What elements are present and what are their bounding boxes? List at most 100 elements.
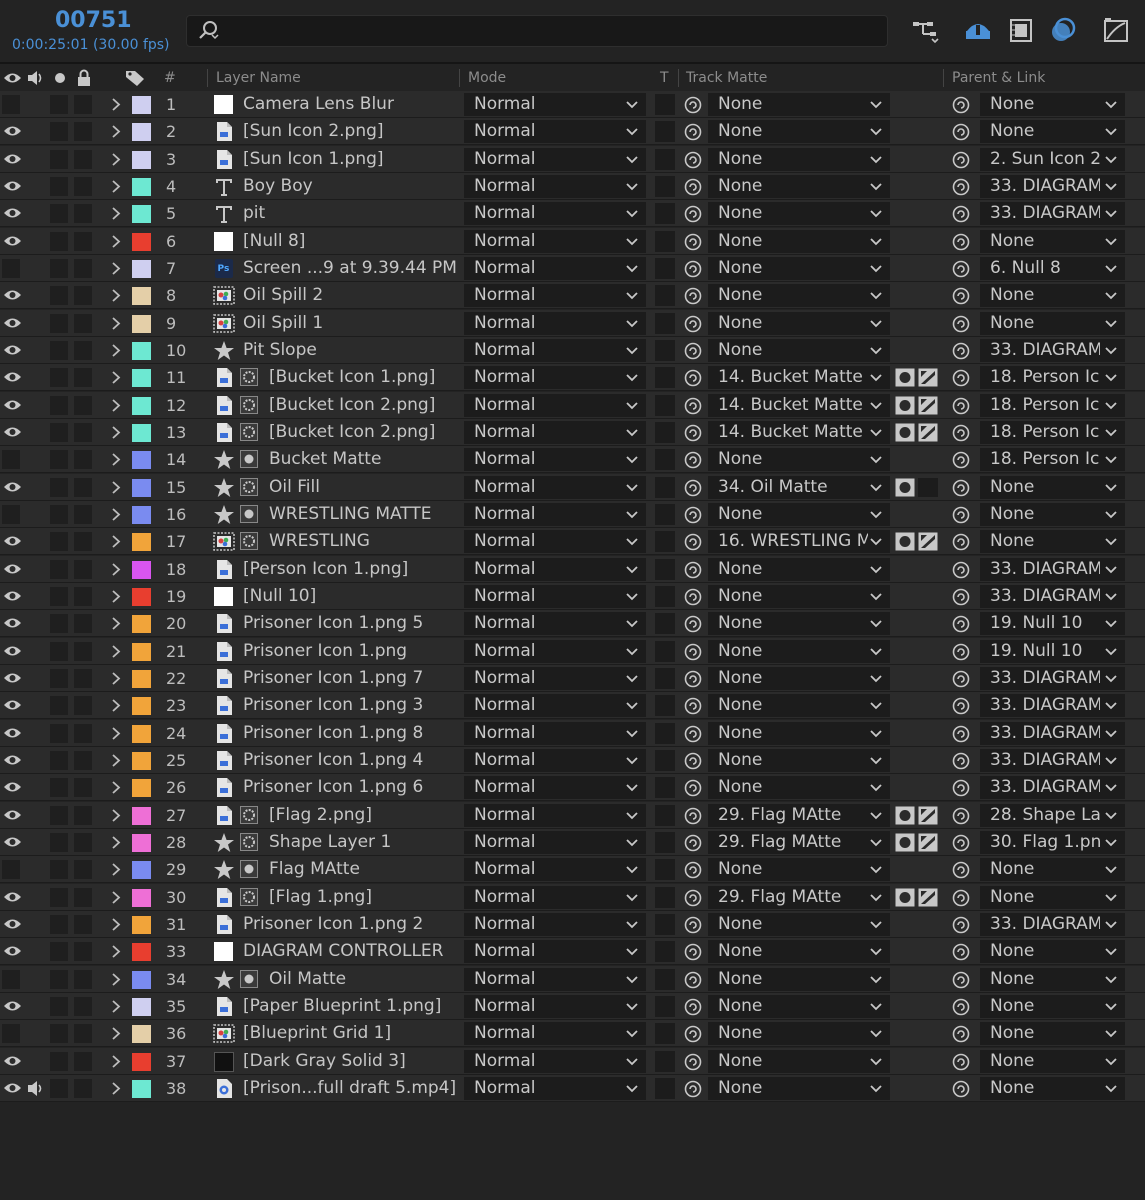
layer-name[interactable]: [Blueprint Grid 1] (243, 1023, 391, 1043)
preserve-transparency-toggle[interactable] (655, 477, 675, 498)
eye-icon[interactable] (3, 726, 22, 740)
lock-toggle[interactable] (74, 1079, 92, 1098)
track-matte-pickwhip-icon[interactable] (682, 560, 704, 580)
track-matte-pickwhip-icon[interactable] (682, 642, 704, 662)
blend-mode-dropdown[interactable]: Normal (464, 476, 646, 499)
lock-toggle[interactable] (74, 95, 92, 114)
solo-toggle[interactable] (50, 751, 68, 770)
eye-icon[interactable] (3, 316, 22, 330)
track-matte-dropdown[interactable]: 16. WRESTLING MATTE (708, 530, 890, 553)
solo-toggle[interactable] (50, 450, 68, 469)
eye-icon[interactable] (3, 944, 22, 958)
parent-pickwhip-icon[interactable] (950, 423, 972, 443)
visibility-toggle[interactable] (2, 505, 20, 524)
chevron-right-icon[interactable] (111, 317, 121, 330)
parent-pickwhip-icon[interactable] (950, 204, 972, 224)
preserve-transparency-toggle[interactable] (655, 969, 675, 990)
preserve-transparency-toggle[interactable] (655, 531, 675, 552)
track-matte-pickwhip-icon[interactable] (682, 450, 704, 470)
track-matte-pickwhip-icon[interactable] (682, 177, 704, 197)
eye-icon[interactable] (3, 398, 22, 412)
preserve-transparency-toggle[interactable] (655, 914, 675, 935)
parent-dropdown[interactable]: None (980, 530, 1125, 553)
layer-row[interactable]: 26 Prisoner Icon 1.png 6 Normal None 33. DIA… (0, 774, 1145, 801)
track-matte-dropdown[interactable]: None (708, 503, 890, 526)
visibility-toggle[interactable] (2, 1024, 20, 1043)
layer-name[interactable]: [Bucket Icon 1.png] (269, 367, 435, 387)
layer-search-input[interactable] (186, 15, 888, 47)
parent-dropdown[interactable]: 33. DIAGRAM (980, 558, 1125, 581)
track-matte-dropdown[interactable]: 29. Flag MAtte (708, 804, 890, 827)
blend-mode-dropdown[interactable]: Normal (464, 394, 646, 417)
track-matte-pickwhip-icon[interactable] (682, 505, 704, 525)
lock-toggle[interactable] (74, 970, 92, 989)
chevron-right-icon[interactable] (111, 180, 121, 193)
chevron-right-icon[interactable] (111, 863, 121, 876)
parent-dropdown[interactable]: 33. DIAGRAM (980, 667, 1125, 690)
layer-row[interactable]: 15 Oil Fill Normal 34. Oil Matte None (0, 474, 1145, 501)
preserve-transparency-toggle[interactable] (655, 176, 675, 197)
parent-pickwhip-icon[interactable] (950, 833, 972, 853)
solo-toggle[interactable] (50, 368, 68, 387)
track-matte-pickwhip-icon[interactable] (682, 286, 704, 306)
eye-icon[interactable] (3, 917, 22, 931)
layer-name[interactable]: [Null 8] (243, 231, 305, 251)
layer-row[interactable]: 22 Prisoner Icon 1.png 7 Normal None 33. DIA… (0, 665, 1145, 692)
solo-toggle[interactable] (50, 888, 68, 907)
track-matte-dropdown[interactable]: None (708, 120, 890, 143)
eye-icon[interactable] (3, 698, 22, 712)
eye-icon[interactable] (3, 534, 22, 548)
chevron-right-icon[interactable] (111, 98, 121, 111)
layer-name[interactable]: [Flag 1.png] (269, 887, 372, 907)
layer-name[interactable]: Oil Spill 1 (243, 313, 323, 333)
invert-matte-icon[interactable] (918, 423, 938, 442)
parent-pickwhip-icon[interactable] (950, 614, 972, 634)
parent-dropdown[interactable]: 33. DIAGRAM (980, 694, 1125, 717)
solo-toggle[interactable] (50, 942, 68, 961)
preserve-transparency-toggle[interactable] (655, 668, 675, 689)
parent-dropdown[interactable]: None (980, 886, 1125, 909)
blend-mode-dropdown[interactable]: Normal (464, 175, 646, 198)
preserve-transparency-toggle[interactable] (655, 203, 675, 224)
layer-name[interactable]: Prisoner Icon 1.png 2 (243, 914, 423, 934)
lock-toggle[interactable] (74, 150, 92, 169)
track-matte-pickwhip-icon[interactable] (682, 1024, 704, 1044)
solo-toggle[interactable] (50, 915, 68, 934)
layer-name[interactable]: Screen ...9 at 9.39.44 PM (243, 258, 457, 278)
label-color-swatch[interactable] (132, 96, 151, 114)
parent-pickwhip-icon[interactable] (950, 1052, 972, 1072)
label-color-swatch[interactable] (132, 315, 151, 333)
label-color-swatch[interactable] (132, 615, 151, 633)
chevron-right-icon[interactable] (111, 754, 121, 767)
parent-pickwhip-icon[interactable] (950, 450, 972, 470)
lock-toggle[interactable] (74, 505, 92, 524)
layer-name[interactable]: [Dark Gray Solid 3] (243, 1051, 406, 1071)
solo-toggle[interactable] (50, 259, 68, 278)
lock-toggle[interactable] (74, 204, 92, 223)
preserve-transparency-toggle[interactable] (655, 613, 675, 634)
chevron-right-icon[interactable] (111, 535, 121, 548)
track-matte-pickwhip-icon[interactable] (682, 587, 704, 607)
eye-icon[interactable] (3, 288, 22, 302)
preserve-transparency-toggle[interactable] (655, 395, 675, 416)
parent-pickwhip-icon[interactable] (950, 95, 972, 115)
eye-icon[interactable] (3, 343, 22, 357)
parent-dropdown[interactable]: None (980, 995, 1125, 1018)
chevron-right-icon[interactable] (111, 1027, 121, 1040)
layer-name[interactable]: [Prison...full draft 5.mp4] (243, 1078, 456, 1098)
lock-toggle[interactable] (74, 696, 92, 715)
parent-dropdown[interactable]: None (980, 968, 1125, 991)
layer-row[interactable]: 5 pit Normal None 33. DIAGRAM (0, 200, 1145, 227)
preserve-transparency-toggle[interactable] (655, 887, 675, 908)
track-matte-pickwhip-icon[interactable] (682, 532, 704, 552)
parent-pickwhip-icon[interactable] (950, 778, 972, 798)
parent-pickwhip-icon[interactable] (950, 970, 972, 990)
eye-icon[interactable] (3, 671, 22, 685)
track-matte-pickwhip-icon[interactable] (682, 478, 704, 498)
layer-row[interactable]: 14 Bucket Matte Normal None 18. Person Ico (0, 446, 1145, 473)
label-tag-icon[interactable] (125, 69, 145, 87)
layer-name[interactable]: [Sun Icon 1.png] (243, 149, 384, 169)
solo-toggle[interactable] (50, 532, 68, 551)
layer-row[interactable]: 13 [Bucket Icon 2.png] Normal 14. Bucket Ma… (0, 419, 1145, 446)
layer-name[interactable]: Boy Boy (243, 176, 313, 196)
